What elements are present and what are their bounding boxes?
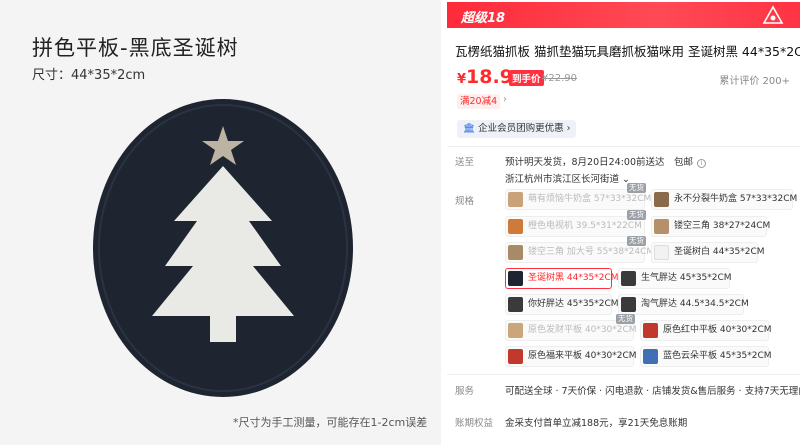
product-page: 拼色平板-黑底圣诞树 尺寸：44*35*2cm *尺寸为手工测量，可能存在1-2…	[0, 0, 800, 445]
variant-label: 镂空三角 38*27*24CM	[674, 221, 771, 231]
product-title: 瓦楞纸猫抓板 猫抓垫猫玩具磨抓板猫咪用 圣诞树黑 44*35*2CM	[455, 44, 800, 59]
out-of-stock-badge: 无货	[627, 210, 646, 220]
variant-label: 生气胖达 45*35*2CM	[641, 273, 732, 283]
variant-option[interactable]: 生气胖达 45*35*2CM	[618, 268, 732, 289]
delivery-estimate: 预计明天发货，8月20日24:00前送达 包邮 i	[505, 154, 707, 168]
variant-thumbnail	[508, 349, 523, 364]
cat-scratcher-image	[93, 99, 353, 397]
variant-thumbnail	[621, 297, 636, 312]
variant-thumbnail	[508, 297, 523, 312]
variant-label: 永不分裂牛奶盒 57*33*32CM	[674, 194, 798, 204]
divider	[447, 374, 800, 375]
variant-thumbnail	[508, 192, 523, 207]
divider	[447, 146, 800, 147]
enterprise-icon: 🏛	[463, 123, 476, 134]
delivery-label: 送至	[455, 157, 475, 168]
variant-thumbnail	[621, 271, 636, 286]
variant-option[interactable]: 原色发财平板 40*30*2CM 无货	[505, 314, 637, 341]
variant-label: 橙色电视机 39.5*31*22CM	[528, 221, 642, 231]
variant-thumbnail	[508, 271, 523, 286]
out-of-stock-badge: 无货	[627, 236, 646, 246]
out-of-stock-badge: 无货	[616, 314, 635, 324]
variant-option[interactable]: 原色福来平板 40*30*2CM	[505, 346, 637, 367]
coupon-chevron-icon[interactable]: ›	[503, 94, 507, 105]
variant-label: 原色发财平板 40*30*2CM	[528, 325, 637, 335]
variant-label: 蓝色云朵平板 45*35*2CM	[663, 351, 772, 361]
reviews-count[interactable]: 累计评价 200+	[719, 72, 790, 87]
current-price: ¥18.9	[457, 66, 513, 88]
variant-thumbnail	[643, 323, 658, 338]
variant-thumbnail	[643, 349, 658, 364]
delivery-estimate-text: 预计明天发货，8月20日24:00前送达 包邮	[505, 157, 694, 168]
image-measure-note: *尺寸为手工测量，可能存在1-2cm误差	[233, 416, 428, 429]
variant-label: 萌有烦恼牛奶盒 57*33*32CM	[528, 194, 652, 204]
variant-label: 圣诞树白 44*35*2CM	[674, 247, 765, 257]
variant-label: 原色福来平板 40*30*2CM	[528, 351, 637, 361]
image-size-label: 尺寸：44*35*2cm	[32, 68, 146, 83]
variant-thumbnail	[508, 245, 523, 260]
product-info-panel: 超级18 瓦楞纸猫抓板 猫抓垫猫玩具磨抓板猫咪用 圣诞树黑 44*35*2CM …	[447, 0, 800, 445]
variant-option-selected[interactable]: 圣诞树黑 44*35*2CM	[505, 268, 619, 289]
enterprise-member-label: 企业会员团购更优惠 ›	[478, 123, 571, 134]
delivery-address[interactable]: 浙江杭州市滨江区长河街道 ⌄	[505, 171, 630, 185]
variant-label: 你好胖达 45*35*2CM	[528, 299, 619, 309]
specs-label: 规格	[455, 196, 475, 207]
variant-label: 镂空三角 加大号 55*38*24CM	[528, 247, 655, 257]
variant-option[interactable]: 蓝色云朵平板 45*35*2CM	[640, 346, 772, 367]
variant-thumbnail	[654, 219, 669, 234]
promo-banner[interactable]: 超级18	[447, 2, 800, 28]
variant-option[interactable]: 橙色电视机 39.5*31*22CM 无货	[505, 210, 646, 237]
promo-banner-text: 超级18	[461, 11, 506, 26]
variant-option[interactable]: 镂空三角 加大号 55*38*24CM 无货	[505, 236, 654, 263]
variant-option[interactable]: 淘气胖达 44.5*34.5*2CM	[618, 294, 749, 315]
variant-option[interactable]: 你好胖达 45*35*2CM	[505, 294, 619, 315]
variant-options: 萌有烦恼牛奶盒 57*33*32CM 无货 永不分裂牛奶盒 57*33*32CM…	[505, 183, 797, 368]
variant-thumbnail	[654, 192, 669, 207]
variant-option[interactable]: 圣诞树白 44*35*2CM	[651, 242, 765, 263]
variant-option[interactable]: 镂空三角 38*27*24CM	[651, 216, 771, 237]
image-title: 拼色平板-黑底圣诞树	[32, 36, 239, 60]
enterprise-member-button[interactable]: 🏛 企业会员团购更优惠 ›	[457, 120, 577, 138]
rights-details[interactable]: 金采支付首单立减188元，享21天免息账期	[505, 415, 687, 429]
original-price: ¥22.90	[542, 73, 577, 84]
variant-thumbnail	[654, 245, 669, 260]
variant-label: 淘气胖达 44.5*34.5*2CM	[641, 299, 749, 309]
service-details[interactable]: 可配送全球 · 7天价保 · 闪电退款 · 店铺发货&售后服务 · 支持7天无理…	[505, 383, 800, 397]
info-icon[interactable]: i	[697, 159, 707, 168]
final-price-tag: 到手价	[509, 70, 544, 86]
service-label: 服务	[455, 386, 475, 397]
variant-option[interactable]: 永不分裂牛奶盒 57*33*32CM	[651, 189, 797, 210]
rights-label: 账期权益	[455, 418, 494, 429]
coupon-badge[interactable]: 满20减4	[457, 94, 501, 109]
variant-label: 圣诞树黑 44*35*2CM	[528, 273, 619, 283]
variant-thumbnail	[508, 323, 523, 338]
promo-logo-icon	[762, 5, 784, 24]
variant-label: 原色红中平板 40*30*2CM	[663, 325, 772, 335]
product-image-panel[interactable]: 拼色平板-黑底圣诞树 尺寸：44*35*2cm *尺寸为手工测量，可能存在1-2…	[0, 0, 441, 445]
variant-option[interactable]: 原色红中平板 40*30*2CM	[640, 320, 772, 341]
out-of-stock-badge: 无货	[627, 183, 646, 193]
variant-thumbnail	[508, 219, 523, 234]
variant-option[interactable]: 萌有烦恼牛奶盒 57*33*32CM 无货	[505, 183, 651, 210]
price-currency: ¥	[457, 72, 467, 87]
price-value: 18.9	[466, 66, 513, 88]
